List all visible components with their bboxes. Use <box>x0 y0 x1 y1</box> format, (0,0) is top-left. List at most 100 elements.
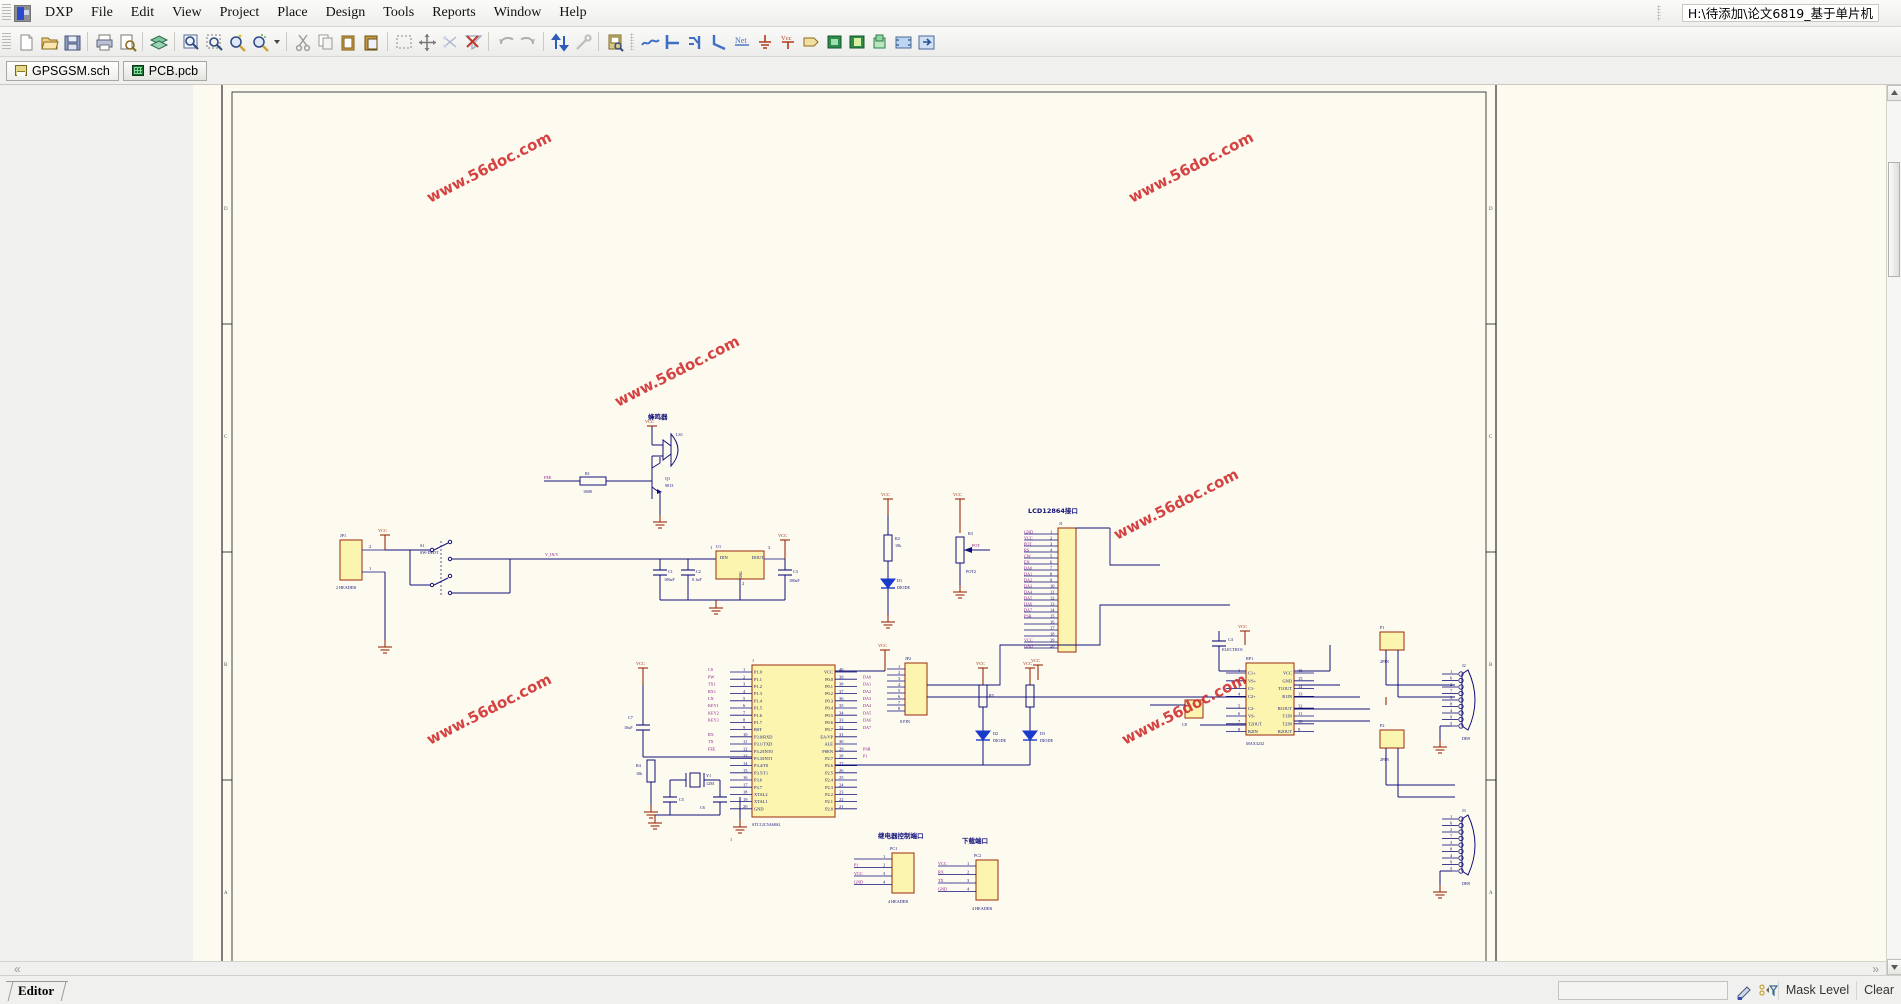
tab-pcb-pcb[interactable]: PCB.pcb <box>122 60 208 81</box>
new-document-icon[interactable] <box>15 31 36 52</box>
menu-item-view[interactable]: View <box>163 1 210 25</box>
zoom-dropdown-chevron-down-icon[interactable] <box>271 31 282 52</box>
menu-item-file[interactable]: File <box>82 1 122 25</box>
svg-text:1: 1 <box>710 545 712 550</box>
menu-item-window[interactable]: Window <box>485 1 551 25</box>
place-wire-icon[interactable] <box>639 31 660 52</box>
max-pin-number: 12 <box>1298 703 1302 708</box>
vertical-scrollbar[interactable] <box>1886 85 1901 975</box>
place-net-label-icon[interactable]: Net <box>731 31 752 52</box>
zoom-document-icon[interactable] <box>180 31 201 52</box>
lcd-pin-net: DA3 <box>1024 583 1032 588</box>
place-line-icon[interactable] <box>708 31 729 52</box>
project-path-field[interactable]: H:\待添加\论文6819_基于单片机 <box>1681 4 1879 22</box>
menu-item-project[interactable]: Project <box>211 1 269 25</box>
u1-value: 7805 <box>738 571 743 579</box>
wand-icon[interactable] <box>572 31 593 52</box>
paste-icon[interactable] <box>338 31 359 52</box>
component-pc1-body <box>891 852 915 894</box>
p1-value: 2PIN <box>1380 659 1389 664</box>
menu-label: Place <box>277 5 308 20</box>
d2-value: DIODE <box>993 738 1006 743</box>
d3-value: DIODE <box>1040 738 1053 743</box>
redo-icon[interactable] <box>517 31 538 52</box>
mcu-pin-number: 2 <box>743 674 745 679</box>
place-vcc-icon[interactable]: Vcc <box>777 31 798 52</box>
j3-value: DB9 <box>1462 881 1470 886</box>
mask-level-button[interactable]: Mask Level <box>1777 980 1856 1000</box>
paste-special-icon[interactable] <box>361 31 382 52</box>
mcu-pin-name: P2.7 <box>825 756 834 761</box>
mcu-pin-name: P3.7 <box>754 785 763 790</box>
place-device-sheet-icon[interactable] <box>892 31 913 52</box>
max-pin-name: R2IN <box>1248 729 1259 734</box>
vertical-scroll-track[interactable] <box>1887 102 1901 958</box>
pc2-refdes: PC2 <box>974 853 981 858</box>
open-document-icon[interactable] <box>38 31 59 52</box>
menu-item-edit[interactable]: Edit <box>122 1 163 25</box>
d3-refdes: D3 <box>1040 731 1045 736</box>
place-gnd-icon[interactable] <box>754 31 775 52</box>
undo-icon[interactable] <box>494 31 515 52</box>
menu-bar-gripper[interactable] <box>2 4 11 22</box>
path-toolbar-gripper[interactable] <box>1657 5 1661 21</box>
menu-item-tools[interactable]: Tools <box>374 1 423 25</box>
scroll-up-button[interactable] <box>1887 85 1901 101</box>
c4-refdes: C5 <box>679 797 684 802</box>
toolbar-overflow-chevron-icon[interactable] <box>1887 30 1897 54</box>
copy-icon[interactable] <box>315 31 336 52</box>
zoom-area-icon[interactable] <box>203 31 224 52</box>
svg-text:DIN: DIN <box>720 555 729 560</box>
toolbar-separator <box>174 32 175 51</box>
zoom-filter-icon[interactable] <box>249 31 270 52</box>
place-part-icon[interactable] <box>823 31 844 52</box>
menu-item-dxp[interactable]: DXP <box>36 1 82 25</box>
place-port-icon[interactable] <box>800 31 821 52</box>
menu-item-design[interactable]: Design <box>317 1 375 25</box>
ls1-refdes: LS1 <box>676 432 683 437</box>
panel-collapse-chevron-icon[interactable]: « <box>14 962 21 976</box>
lcd-pin-net: DA1 <box>1024 571 1032 576</box>
svg-text:C1: C1 <box>668 569 673 574</box>
save-icon[interactable] <box>61 31 82 52</box>
horizontal-scrollbar[interactable] <box>0 961 1886 975</box>
vertical-scroll-thumb[interactable] <box>1888 162 1900 277</box>
move-icon[interactable] <box>416 31 437 52</box>
mcu-pin-name: P1.1 <box>754 677 762 682</box>
layers-icon[interactable] <box>148 31 169 52</box>
print-preview-icon[interactable] <box>116 31 137 52</box>
cut-icon[interactable] <box>292 31 313 52</box>
scroll-down-button[interactable] <box>1887 959 1901 975</box>
place-bus-entry-icon[interactable] <box>685 31 706 52</box>
place-sheet-entry-icon[interactable] <box>869 31 890 52</box>
browse-library-icon[interactable] <box>604 31 625 52</box>
place-bus-icon[interactable] <box>662 31 683 52</box>
main-toolbar: Net Vcc ... <box>0 27 1901 78</box>
clear-button[interactable]: Clear <box>1856 980 1901 1000</box>
mcu-pin-name: P1.7 <box>754 720 763 725</box>
toolbar-gripper[interactable] <box>2 32 11 51</box>
document-tab-strip: GPSGSM.sch PCB.pcb <box>0 57 1901 85</box>
menu-label: Window <box>493 5 542 20</box>
tab-gpsgsm-sch[interactable]: GPSGSM.sch <box>6 60 119 81</box>
edit-pencil-icon[interactable] <box>1733 980 1754 1001</box>
print-icon[interactable] <box>93 31 114 52</box>
menu-item-reports[interactable]: Reports <box>423 1 485 25</box>
menu-item-help[interactable]: Help <box>550 1 595 25</box>
clear-filter-icon[interactable] <box>462 31 483 52</box>
select-area-icon[interactable] <box>393 31 414 52</box>
db9-pin-number: 2 <box>1450 827 1452 832</box>
schematic-canvas[interactable]: DCBA DCBA Title JP1 2 HEADER 2 1 <box>0 85 1901 975</box>
menu-item-place[interactable]: Place <box>268 1 316 25</box>
place-sheet-symbol-icon[interactable] <box>846 31 867 52</box>
place-directive-icon[interactable] <box>915 31 936 52</box>
deselect-icon[interactable] <box>439 31 460 52</box>
place-toolbar-gripper[interactable] <box>630 33 634 50</box>
status-expand-chevron-icon[interactable]: » <box>1872 962 1879 976</box>
annotate-icon[interactable] <box>549 31 570 52</box>
editor-tab[interactable]: Editor <box>6 980 69 1000</box>
r3-refdes: R3 <box>968 531 973 536</box>
zoom-selected-icon[interactable] <box>226 31 247 52</box>
toolbar-separator <box>87 32 88 51</box>
mask-filter-icon[interactable] <box>1756 980 1779 1001</box>
